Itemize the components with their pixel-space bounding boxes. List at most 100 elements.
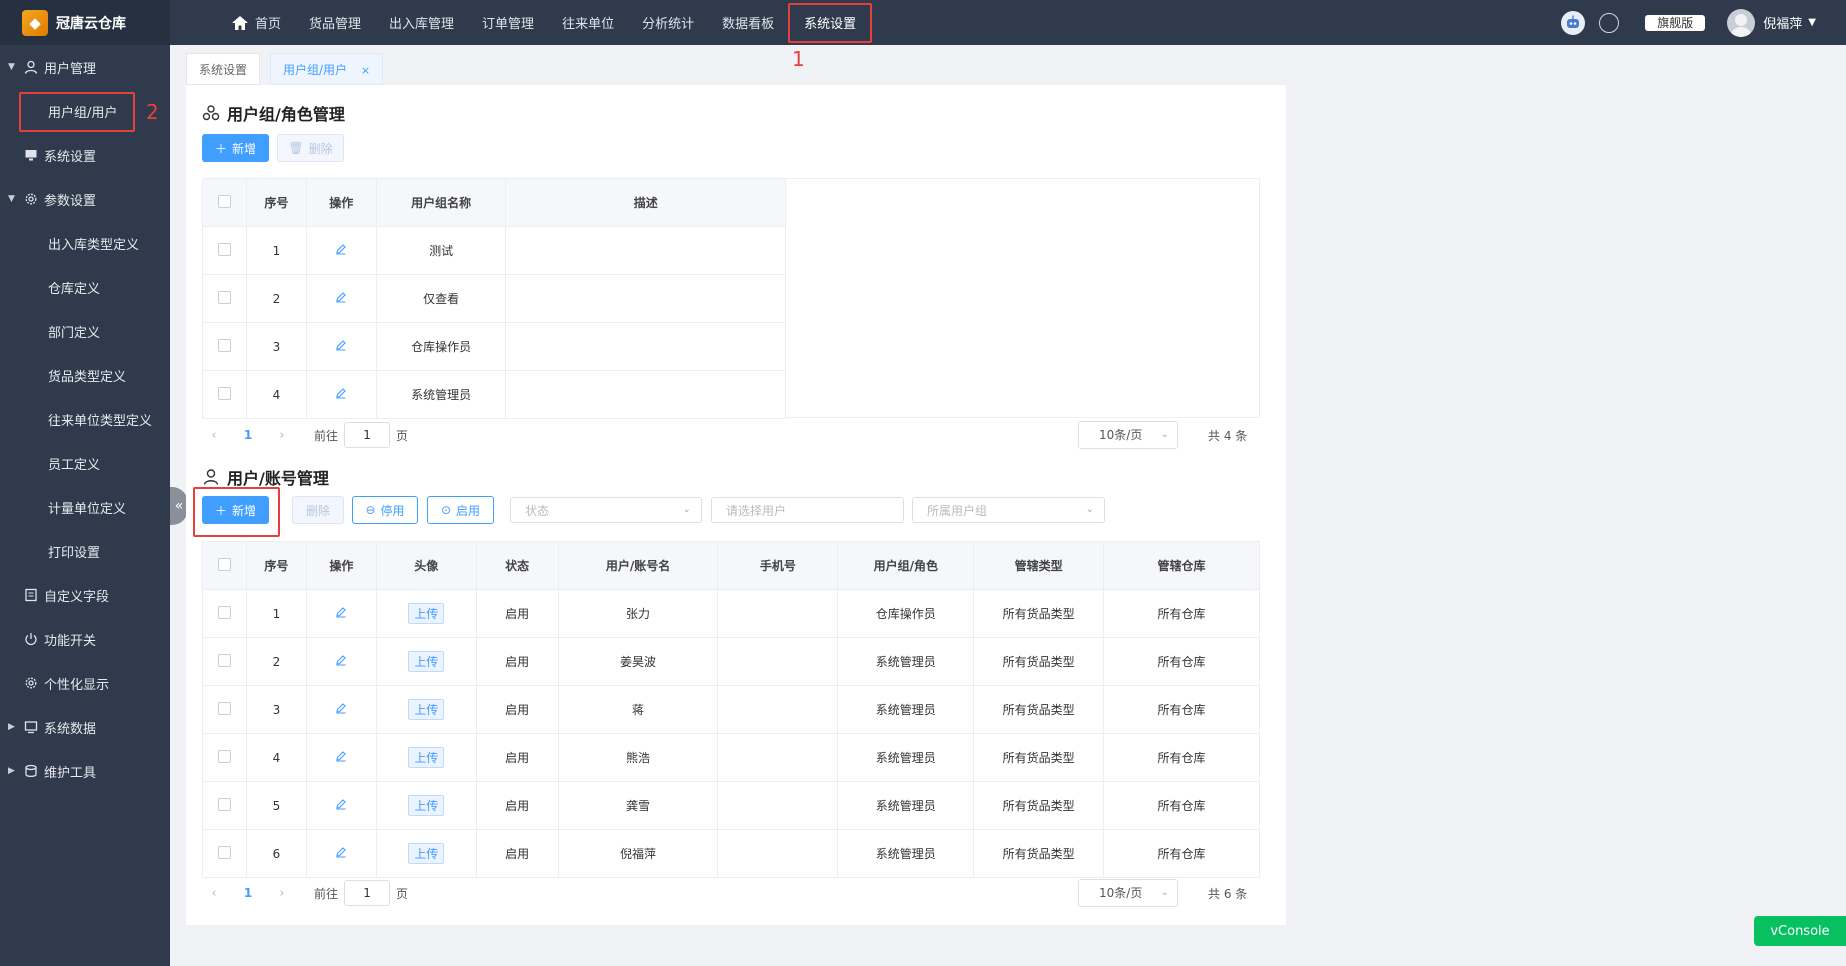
select-all-cell[interactable] [202, 541, 247, 590]
edit-icon[interactable] [335, 387, 347, 399]
row-select-cell[interactable] [202, 274, 247, 323]
sidebar-item-unit[interactable]: 计量单位定义 [0, 485, 170, 529]
sidebar-item-user-group-user[interactable]: 用户组/用户 [0, 89, 170, 133]
tab-user-group-user[interactable]: 用户组/用户 × [270, 53, 384, 85]
edit-icon[interactable] [335, 606, 347, 618]
row-checkbox[interactable] [217, 290, 231, 304]
row-checkbox[interactable] [217, 605, 231, 619]
goto-page-input[interactable]: 1 [344, 422, 391, 448]
upload-button[interactable]: 上传 [408, 603, 445, 624]
row-edit-cell[interactable] [305, 370, 377, 419]
table-row[interactable]: 4 上传 启用 熊浩 系统管理员 所有货品类型 所有仓库 [202, 733, 1260, 782]
user-enable-button[interactable]: ⊙ 启用 [427, 496, 494, 524]
row-checkbox[interactable] [217, 386, 231, 400]
row-select-cell[interactable] [202, 637, 247, 686]
sidebar-item-inout-type[interactable]: 出入库类型定义 [0, 221, 170, 265]
edit-icon[interactable] [335, 654, 347, 666]
nav-system-settings[interactable]: 系统设置 [788, 2, 873, 43]
sidebar-item-custom-fields[interactable]: 自定义字段 [0, 573, 170, 617]
sidebar-item-partner-type[interactable]: 往来单位类型定义 [0, 397, 170, 441]
table-row[interactable]: 3 仓库操作员 [202, 322, 786, 371]
row-select-cell[interactable] [202, 685, 247, 734]
row-edit-cell[interactable] [305, 781, 377, 830]
row-edit-cell[interactable] [305, 589, 377, 638]
table-row[interactable]: 6 上传 启用 倪福萍 系统管理员 所有货品类型 所有仓库 [202, 829, 1260, 878]
edit-icon[interactable] [335, 339, 347, 351]
table-row[interactable]: 1 测试 [202, 226, 786, 275]
edit-icon[interactable] [335, 243, 347, 255]
user-delete-button[interactable]: 删除 [292, 496, 344, 524]
row-checkbox[interactable] [217, 653, 231, 667]
user-disable-button[interactable]: ⊖ 停用 [352, 496, 418, 524]
row-select-cell[interactable] [202, 226, 247, 275]
row-edit-cell[interactable] [305, 322, 377, 371]
group-delete-button[interactable]: 🗑 删除 [277, 134, 344, 162]
edit-icon[interactable] [335, 291, 347, 303]
edit-icon[interactable] [335, 702, 347, 714]
row-checkbox[interactable] [217, 242, 231, 256]
user-group-select[interactable]: 所属用户组 ⌄ [912, 497, 1105, 523]
vconsole-button[interactable]: vConsole [1754, 916, 1846, 946]
user-name[interactable]: 倪福萍 [1763, 13, 1802, 32]
upload-button[interactable]: 上传 [408, 651, 445, 672]
sidebar-item-employee[interactable]: 员工定义 [0, 441, 170, 485]
select-all-checkbox[interactable] [217, 194, 231, 208]
row-select-cell[interactable] [202, 781, 247, 830]
page-size-select[interactable]: 10条/页 ⌄ [1078, 421, 1178, 449]
upload-button[interactable]: 上传 [408, 843, 445, 864]
prev-page-icon[interactable]: ‹ [202, 428, 226, 443]
group-add-button[interactable]: ＋ 新增 [202, 134, 269, 162]
nav-inout[interactable]: 出入库管理 [375, 0, 468, 45]
table-row[interactable]: 1 上传 启用 张力 仓库操作员 所有货品类型 所有仓库 [202, 589, 1260, 638]
row-select-cell[interactable] [202, 733, 247, 782]
row-checkbox[interactable] [217, 701, 231, 715]
next-page-icon[interactable]: › [270, 428, 294, 443]
row-select-cell[interactable] [202, 370, 247, 419]
row-select-cell[interactable] [202, 589, 247, 638]
sidebar-item-warehouse[interactable]: 仓库定义 [0, 265, 170, 309]
row-edit-cell[interactable] [305, 226, 377, 275]
row-edit-cell[interactable] [305, 637, 377, 686]
robot-assistant-icon[interactable] [1561, 10, 1586, 35]
nav-analytics[interactable]: 分析统计 [628, 0, 708, 45]
brand[interactable]: ◆ 冠唐云仓库 [0, 0, 170, 45]
sidebar-item-personal-display[interactable]: 个性化显示 [0, 661, 170, 705]
sidebar-group-system-data[interactable]: ▶ 系统数据 [0, 705, 170, 749]
chevron-down-icon[interactable]: ▼ [1808, 17, 1816, 28]
page-size-select[interactable]: 10条/页 ⌄ [1078, 879, 1178, 907]
current-page[interactable]: 1 [226, 428, 270, 442]
row-edit-cell[interactable] [305, 829, 377, 878]
row-edit-cell[interactable] [305, 733, 377, 782]
table-row[interactable]: 3 上传 启用 蒋 系统管理员 所有货品类型 所有仓库 [202, 685, 1260, 734]
goto-page-input[interactable]: 1 [344, 880, 391, 906]
user-select[interactable]: 请选择用户 [711, 497, 904, 523]
nav-goods[interactable]: 货品管理 [295, 0, 375, 45]
sidebar-item-print[interactable]: 打印设置 [0, 529, 170, 573]
table-row[interactable]: 4 系统管理员 [202, 370, 786, 419]
clock-icon[interactable] [1599, 12, 1620, 33]
status-select[interactable]: 状态 ⌄ [510, 497, 702, 523]
row-checkbox[interactable] [217, 749, 231, 763]
next-page-icon[interactable]: › [270, 886, 294, 901]
sidebar-item-department[interactable]: 部门定义 [0, 309, 170, 353]
edit-icon[interactable] [335, 750, 347, 762]
sidebar-group-maint-tools[interactable]: ▶ 维护工具 [0, 749, 170, 793]
sidebar-item-system-settings[interactable]: 系统设置 [0, 133, 170, 177]
edition-badge[interactable]: 旗舰版 [1645, 14, 1706, 31]
table-row[interactable]: 2 上传 启用 姜昊波 系统管理员 所有货品类型 所有仓库 [202, 637, 1260, 686]
sidebar-group-param-settings[interactable]: ▼ 参数设置 [0, 177, 170, 221]
upload-button[interactable]: 上传 [408, 699, 445, 720]
row-checkbox[interactable] [217, 845, 231, 859]
user-avatar[interactable] [1727, 8, 1756, 37]
edit-icon[interactable] [335, 846, 347, 858]
nav-partners[interactable]: 往来单位 [548, 0, 628, 45]
row-select-cell[interactable] [202, 829, 247, 878]
nav-home[interactable]: 首页 [218, 0, 295, 45]
row-select-cell[interactable] [202, 322, 247, 371]
row-checkbox[interactable] [217, 338, 231, 352]
row-checkbox[interactable] [217, 797, 231, 811]
nav-dashboard[interactable]: 数据看板 [708, 0, 788, 45]
row-edit-cell[interactable] [305, 685, 377, 734]
table-row[interactable]: 2 仅查看 [202, 274, 786, 323]
upload-button[interactable]: 上传 [408, 795, 445, 816]
